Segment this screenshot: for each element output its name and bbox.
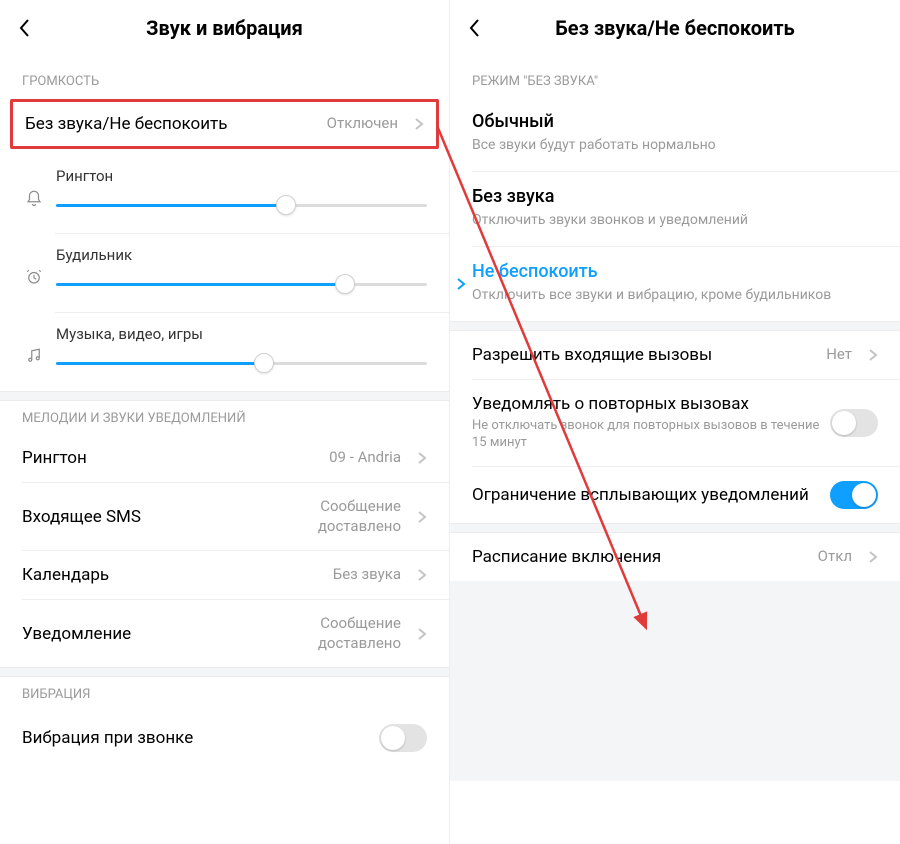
chevron-left-icon	[18, 18, 32, 38]
bell-icon	[22, 189, 46, 207]
section-divider	[0, 391, 449, 401]
section-divider	[0, 667, 449, 677]
chevron-right-icon	[407, 627, 427, 641]
chevron-right-icon	[407, 451, 427, 465]
section-divider	[450, 523, 900, 533]
repeat-calls-row[interactable]: Уведомлять о повторных вызовах Не отключ…	[450, 380, 900, 466]
chevron-right-icon	[452, 277, 470, 291]
mode-normal-sub: Все звуки будут работать нормально	[472, 136, 878, 155]
allow-incoming-label: Разрешить входящие вызовы	[472, 345, 826, 365]
alarm-slider-label: Будильник	[56, 246, 427, 264]
notification-setting-row[interactable]: Уведомление Сообщение доставлено	[0, 600, 449, 667]
notification-setting-value: Сообщение доставлено	[241, 614, 401, 653]
chevron-right-icon	[407, 568, 427, 582]
ringtone-setting-label: Рингтон	[22, 448, 329, 468]
section-mode-label: РЕЖИМ "БЕЗ ЗВУКА"	[450, 56, 900, 97]
mode-silent-row[interactable]: Без звука Отключить звуки звонков и увед…	[450, 172, 900, 246]
sms-setting-label: Входящее SMS	[22, 507, 241, 527]
alarm-slider-row: Будильник	[0, 234, 449, 312]
page-title: Без звука/Не беспокоить	[450, 16, 900, 40]
header: Звук и вибрация	[0, 0, 449, 56]
vibrate-on-call-label: Вибрация при звонке	[22, 728, 379, 748]
chevron-right-icon	[858, 550, 878, 564]
chevron-right-icon	[407, 510, 427, 524]
repeat-calls-label: Уведомлять о повторных вызовах	[472, 394, 830, 414]
popup-limit-label: Ограничение всплывающих уведомлений	[472, 485, 830, 505]
mode-silent-title: Без звука	[472, 186, 878, 207]
alarm-clock-icon	[22, 268, 46, 286]
section-vibration-label: ВИБРАЦИЯ	[0, 677, 449, 710]
empty-area	[450, 581, 900, 781]
vibrate-on-call-toggle[interactable]	[379, 724, 427, 752]
schedule-label: Расписание включения	[472, 547, 818, 567]
repeat-calls-sub: Не отключать звонок для повторных вызово…	[472, 417, 830, 452]
mode-normal-title: Обычный	[472, 111, 878, 132]
sms-setting-row[interactable]: Входящее SMS Сообщение доставлено	[0, 483, 449, 550]
back-button[interactable]	[460, 8, 490, 48]
dnd-label: Без звука/Не беспокоить	[25, 114, 327, 134]
chevron-left-icon	[468, 18, 482, 38]
allow-incoming-value: Нет	[826, 345, 852, 365]
ringtone-slider-label: Рингтон	[56, 167, 427, 185]
chevron-right-icon	[858, 348, 878, 362]
mode-dnd-row[interactable]: Не беспокоить Отключить все звуки и вибр…	[450, 247, 900, 321]
mode-dnd-sub: Отключить все звуки и вибрацию, кроме бу…	[472, 286, 878, 305]
ringtone-slider[interactable]	[56, 195, 427, 215]
calendar-setting-value: Без звука	[333, 565, 401, 585]
ringtone-setting-value: 09 - Andria	[329, 448, 401, 468]
repeat-calls-toggle[interactable]	[830, 409, 878, 437]
alarm-slider[interactable]	[56, 274, 427, 294]
section-melodies-label: МЕЛОДИИ И ЗВУКИ УВЕДОМЛЕНИЙ	[0, 401, 449, 434]
mode-silent-sub: Отключить звуки звонков и уведомлений	[472, 211, 878, 230]
ringtone-setting-row[interactable]: Рингтон 09 - Andria	[0, 434, 449, 482]
media-slider-label: Музыка, видео, игры	[56, 325, 427, 343]
section-divider	[450, 321, 900, 331]
mode-dnd-title: Не беспокоить	[472, 261, 878, 282]
dnd-row[interactable]: Без звука/Не беспокоить Отключен	[13, 102, 436, 146]
header: Без звука/Не беспокоить	[450, 0, 900, 56]
calendar-setting-label: Календарь	[22, 565, 333, 585]
mode-normal-row[interactable]: Обычный Все звуки будут работать нормаль…	[450, 97, 900, 171]
back-button[interactable]	[10, 8, 40, 48]
sms-setting-value: Сообщение доставлено	[241, 497, 401, 536]
calendar-setting-row[interactable]: Календарь Без звука	[0, 551, 449, 599]
highlight-annotation: Без звука/Не беспокоить Отключен	[10, 99, 439, 149]
notification-setting-label: Уведомление	[22, 624, 241, 644]
section-volume-label: ГРОМКОСТЬ	[0, 56, 449, 97]
media-slider-row: Музыка, видео, игры	[0, 313, 449, 391]
dnd-value: Отключен	[327, 114, 398, 134]
ringtone-slider-row: Рингтон	[0, 155, 449, 233]
schedule-row[interactable]: Расписание включения Откл	[450, 533, 900, 581]
page-title: Звук и вибрация	[0, 16, 449, 40]
sound-vibration-screen: Звук и вибрация ГРОМКОСТЬ Без звука/Не б…	[0, 0, 450, 844]
music-note-icon	[22, 347, 46, 365]
popup-limit-toggle[interactable]	[830, 481, 878, 509]
allow-incoming-row[interactable]: Разрешить входящие вызовы Нет	[450, 331, 900, 379]
media-slider[interactable]	[56, 353, 427, 373]
schedule-value: Откл	[818, 547, 852, 567]
dnd-screen: Без звука/Не беспокоить РЕЖИМ "БЕЗ ЗВУКА…	[450, 0, 900, 844]
vibrate-on-call-row[interactable]: Вибрация при звонке	[0, 710, 449, 766]
chevron-right-icon	[404, 117, 424, 131]
popup-limit-row[interactable]: Ограничение всплывающих уведомлений	[450, 467, 900, 523]
